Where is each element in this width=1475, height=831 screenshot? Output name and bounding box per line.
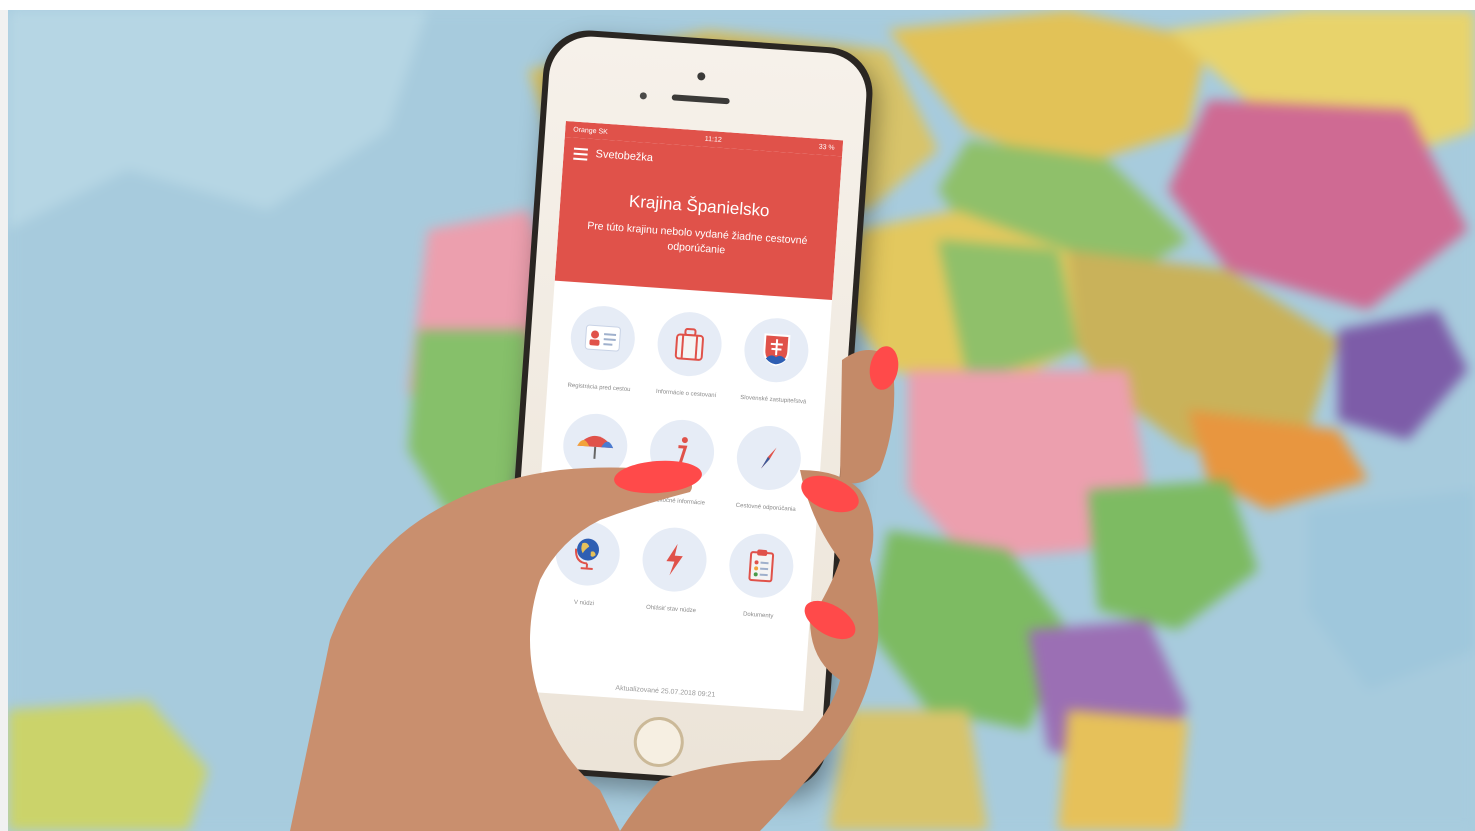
home-button[interactable] [632,715,686,769]
suitcase-icon [674,327,704,361]
lightning-icon [666,543,683,576]
battery-label: 33 % [818,143,835,152]
tile-label: Počasie [580,491,603,500]
hamburger-menu-icon[interactable] [573,147,588,161]
tile-label: Užitočné informácie [652,496,706,507]
phone-body: Orange SK 11:12 33 % Svetobežka Krajina … [500,33,870,787]
tile-label: Registrácia pred cestou [567,382,631,394]
info-icon [678,437,688,467]
tile-travel-info[interactable]: Informácie o cestovaní [642,309,736,409]
photo-border [0,0,8,831]
tile-label: Dokumenty [742,611,774,620]
app-title: Svetobežka [595,148,654,165]
tile-travel-advice[interactable]: Cestovné odporúčania [721,423,815,523]
tile-registration[interactable]: Registrácia pred cestou [555,303,649,403]
tile-emergency[interactable]: V núdzi [540,519,634,619]
feature-grid: Registrácia pred cestou Informácie o ces… [532,281,832,632]
tile-weather[interactable]: Počasie [547,411,641,511]
tile-useful-info[interactable]: Užitočné informácie [634,417,728,517]
compass-icon [761,447,777,469]
umbrella-icon [576,435,613,459]
tile-report-emergency[interactable]: Ohlásiť stav núdze [627,525,721,625]
tile-documents[interactable]: Dokumenty [714,531,808,631]
globe-icon [574,538,599,570]
tile-label: V núdzi [573,599,595,608]
front-camera [697,72,706,81]
tile-label: Ohlásiť stav núdze [645,604,697,615]
photo-scene: Orange SK 11:12 33 % Svetobežka Krajina … [0,0,1475,831]
travel-advisory-text: Pre túto krajinu nebolo vydané žiadne ce… [586,219,808,257]
id-card-icon [584,324,621,352]
tile-embassies[interactable]: Slovenské zastupiteľstvá [729,315,823,415]
earpiece-speaker [671,94,730,105]
phone-screen: Orange SK 11:12 33 % Svetobežka Krajina … [525,120,844,711]
app-header: Svetobežka Krajina Španielsko Pre túto k… [554,136,843,300]
tile-label: Cestovné odporúčania [735,502,796,513]
carrier-label: Orange SK [573,126,609,136]
smartphone: Orange SK 11:12 33 % Svetobežka Krajina … [494,27,876,793]
tile-label: Informácie o cestovaní [655,388,717,400]
clipboard-icon [748,549,775,583]
photo-border-top [0,0,1475,10]
tile-label: Slovenské zastupiteľstvá [740,394,807,406]
clock-label: 11:12 [704,135,723,144]
last-updated-text: Aktualizované 25.07.2018 09:21 [615,684,716,699]
slovak-coat-of-arms-icon [763,333,791,367]
proximity-sensor [639,92,648,100]
